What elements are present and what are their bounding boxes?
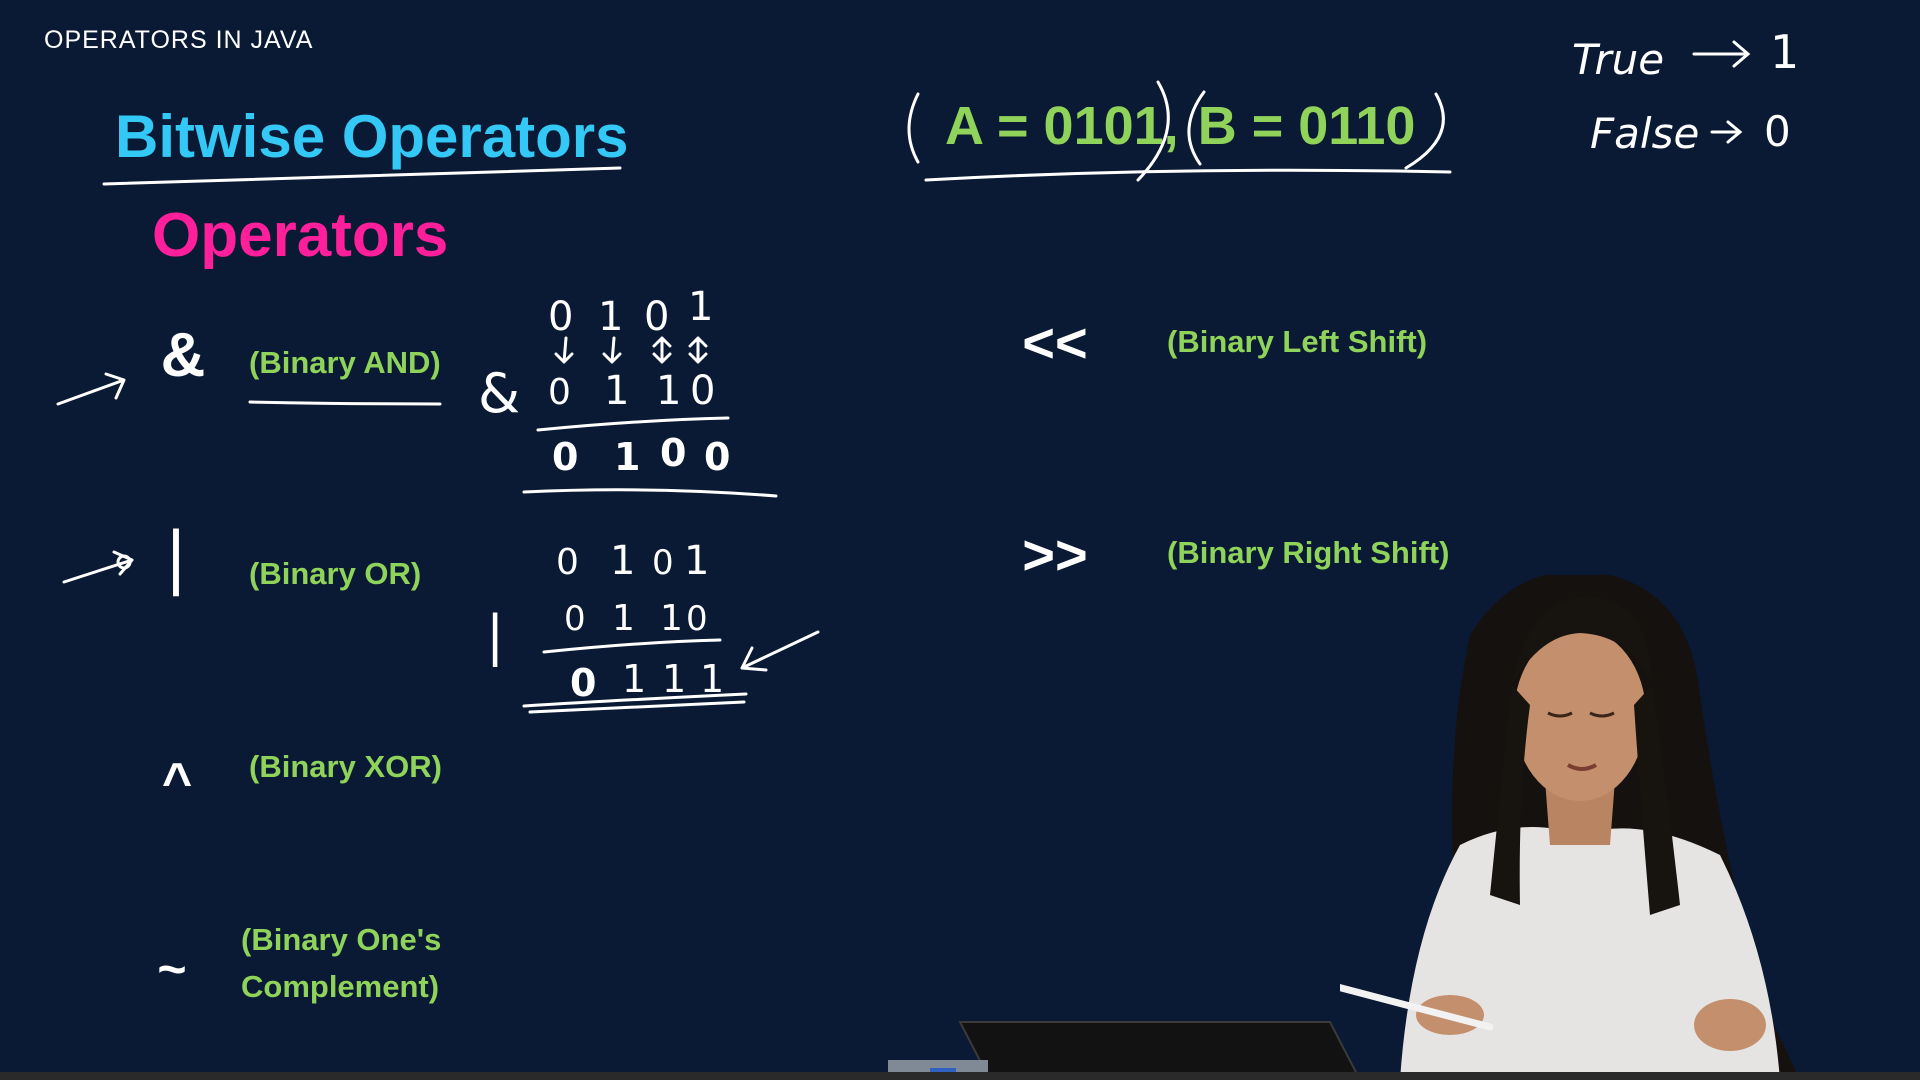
lecture-slide: OPERATORS IN JAVA Bitwise Operators Oper… [0,0,1920,1080]
laptop-device [888,1021,1362,1080]
bottom-bar [0,1072,1920,1080]
